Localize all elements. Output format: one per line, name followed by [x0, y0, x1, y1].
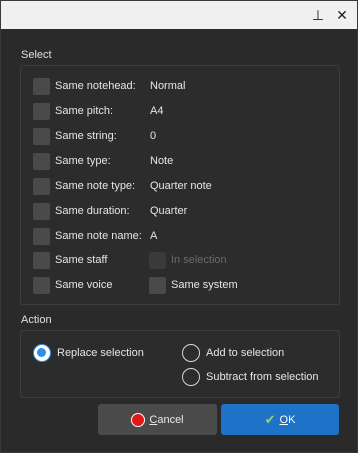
- same-pitch-label: Same pitch:: [55, 105, 114, 117]
- same-staff-checkbox[interactable]: [33, 251, 50, 269]
- pitch-value: A4: [150, 105, 164, 117]
- same-type-checkbox[interactable]: [33, 152, 50, 170]
- type-value: Note: [150, 155, 174, 167]
- subtract-from-selection-radio[interactable]: [182, 368, 200, 386]
- criteria-row-string: Same string: 0: [33, 127, 156, 145]
- same-type-label: Same type:: [55, 155, 111, 167]
- action-section-title: Action: [21, 314, 52, 326]
- replace-selection-radio[interactable]: [33, 344, 51, 362]
- criteria-row-pitch: Same pitch: A4: [33, 102, 163, 120]
- add-to-selection-label: Add to selection: [206, 347, 285, 359]
- subtract-from-selection-option[interactable]: Subtract from selection: [182, 367, 319, 387]
- in-selection-wrap: In selection: [149, 251, 227, 269]
- same-note-name-checkbox[interactable]: [33, 227, 50, 245]
- pin-icon[interactable]: ⊥: [307, 4, 329, 26]
- same-voice-label: Same voice: [55, 279, 113, 291]
- title-bar: ⊥ ✕: [1, 1, 357, 29]
- add-to-selection-option[interactable]: Add to selection: [182, 343, 284, 363]
- ok-label: OK: [279, 413, 296, 426]
- same-duration-checkbox[interactable]: [33, 202, 50, 220]
- criteria-row-staff: Same staff In selection: [33, 251, 333, 269]
- in-selection-label: In selection: [171, 254, 227, 266]
- note-type-value: Quarter note: [150, 180, 212, 192]
- same-string-label: Same string:: [55, 130, 117, 142]
- same-duration-label: Same duration:: [55, 205, 130, 217]
- same-system-wrap: Same system: [149, 276, 238, 294]
- criteria-row-duration: Same duration: Quarter: [33, 202, 187, 220]
- same-note-type-label: Same note type:: [55, 180, 136, 192]
- same-string-checkbox[interactable]: [33, 127, 50, 145]
- criteria-row-voice: Same voice Same system: [33, 276, 333, 294]
- in-selection-checkbox[interactable]: [149, 251, 166, 269]
- criteria-row-type: Same type: Note: [33, 152, 173, 170]
- action-group: [20, 330, 340, 398]
- ok-button[interactable]: ✔ OK: [221, 404, 339, 435]
- same-pitch-checkbox[interactable]: [33, 102, 50, 120]
- cancel-button[interactable]: Cancel: [98, 404, 217, 435]
- add-to-selection-radio[interactable]: [182, 344, 200, 362]
- same-note-name-label: Same note name:: [55, 230, 142, 242]
- criteria-row-note-name: Same note name: A: [33, 227, 157, 245]
- cancel-icon: [131, 412, 146, 427]
- close-icon[interactable]: ✕: [331, 4, 353, 26]
- ok-icon: ✔: [264, 411, 276, 427]
- same-note-type-checkbox[interactable]: [33, 177, 50, 195]
- same-system-label: Same system: [171, 279, 238, 291]
- notehead-value: Normal: [150, 80, 186, 92]
- same-staff-label: Same staff: [55, 254, 108, 266]
- same-notehead-checkbox[interactable]: [33, 77, 50, 95]
- select-section-title: Select: [21, 49, 52, 61]
- string-value: 0: [150, 130, 157, 142]
- replace-selection-label: Replace selection: [57, 347, 144, 359]
- duration-value: Quarter: [150, 205, 188, 217]
- replace-selection-option[interactable]: Replace selection: [33, 343, 144, 363]
- same-voice-checkbox[interactable]: [33, 276, 50, 294]
- criteria-row-note-type: Same note type: Quarter note: [33, 177, 212, 195]
- select-dialog: ⊥ ✕ Select Same notehead: Normal Same pi…: [0, 0, 358, 453]
- criteria-row-notehead: Same notehead: Normal: [33, 77, 185, 95]
- subtract-from-selection-label: Subtract from selection: [206, 371, 319, 383]
- cancel-label: Cancel: [149, 413, 184, 426]
- same-system-checkbox[interactable]: [149, 276, 166, 294]
- note-name-value: A: [150, 230, 158, 242]
- same-notehead-label: Same notehead:: [55, 80, 136, 92]
